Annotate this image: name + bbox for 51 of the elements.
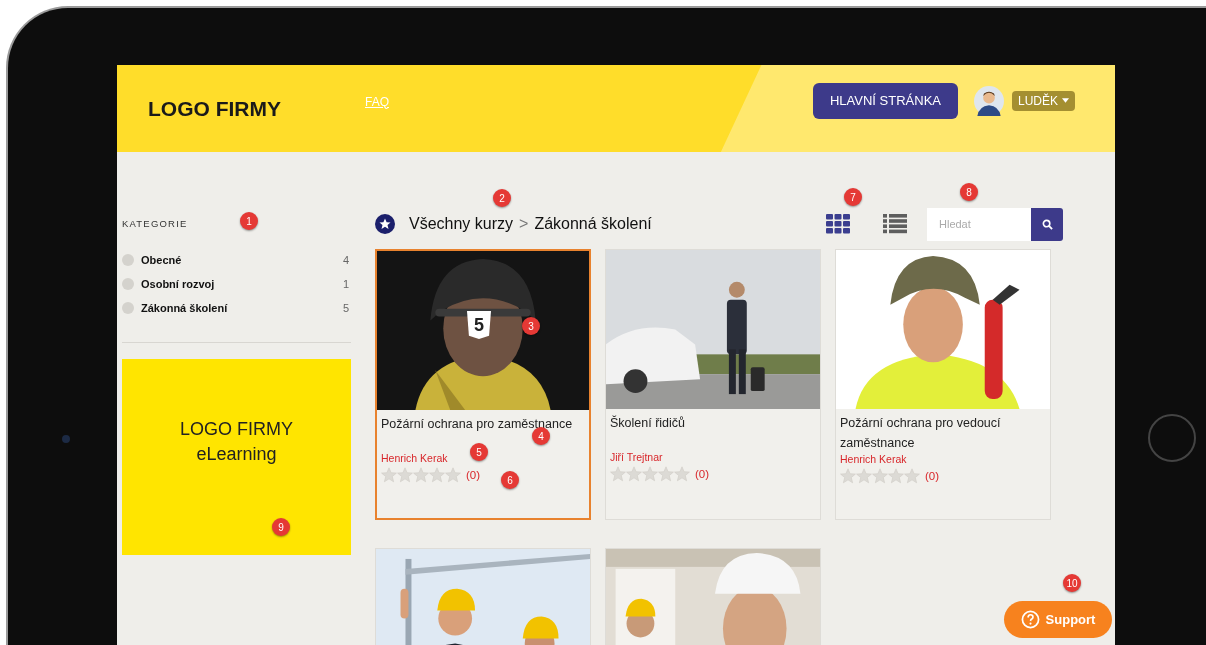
course-title: Požární ochrana pro vedoucí zaměstnance (840, 416, 1001, 450)
course-title: Školení řidičů (610, 416, 686, 430)
sidebar-heading: KATEGORIE (122, 218, 188, 229)
coin-icon (122, 278, 134, 290)
camera-dot (62, 435, 70, 443)
search-field[interactable]: Hledat (927, 207, 1031, 241)
promo-text: LOGO FIRMY (180, 419, 293, 440)
coin-icon (122, 254, 134, 266)
breadcrumb-separator: > (519, 215, 529, 233)
review-count: (0) (925, 470, 940, 482)
review-count: (0) (695, 468, 710, 480)
category-item[interactable]: Osobní rozvoj 1 (122, 276, 351, 292)
star-icon (642, 466, 658, 482)
star-icon (397, 467, 413, 483)
star-icon (904, 468, 920, 484)
home-page-button[interactable]: HLAVNÍ STRÁNKA (812, 82, 958, 119)
list-icon (883, 214, 907, 234)
category-item[interactable]: Zákonná školení 5 (122, 300, 351, 316)
promo-text: eLearning (196, 444, 277, 465)
grid-icon (826, 214, 850, 234)
star-icon (381, 467, 397, 483)
star-icon (445, 467, 461, 483)
star-icon (413, 467, 429, 483)
html5-badge: 5 (467, 311, 491, 339)
list-view-button[interactable] (883, 214, 907, 234)
user-avatar-icon (974, 85, 1004, 116)
review-count: (0) (466, 469, 481, 481)
breadcrumb-item[interactable]: Všechny kurzy (409, 215, 514, 233)
help-icon (1020, 610, 1040, 629)
star-icon (856, 468, 872, 484)
logo: LOGO FIRMY (148, 96, 282, 121)
category-item[interactable]: Obecné 4 (122, 252, 351, 268)
course-card[interactable]: Školení řidičů Jiří Trejtnar (0) (605, 249, 821, 520)
star-icon (872, 468, 888, 484)
callout-marker: 4 (532, 427, 550, 445)
grid-view-button[interactable] (826, 214, 850, 234)
breadcrumb-item: Zákonná školení (534, 215, 652, 233)
star-icon (429, 467, 445, 483)
search-button[interactable] (1031, 207, 1063, 241)
star-icon (658, 466, 674, 482)
star-icon (840, 468, 856, 484)
coin-icon (122, 302, 134, 314)
caret-icon (1062, 98, 1069, 103)
course-card[interactable]: Požární ochrana pro vedoucí zaměstnance Henrich Kerak (0) (835, 249, 1051, 520)
search-icon (1041, 218, 1053, 230)
course-author: Henrich Kerak (840, 453, 908, 465)
star-icon (610, 466, 626, 482)
star-icon (626, 466, 642, 482)
course-author: Jiří Trejtnar (610, 451, 664, 463)
star-icon (674, 466, 690, 482)
star-icon (888, 468, 904, 484)
